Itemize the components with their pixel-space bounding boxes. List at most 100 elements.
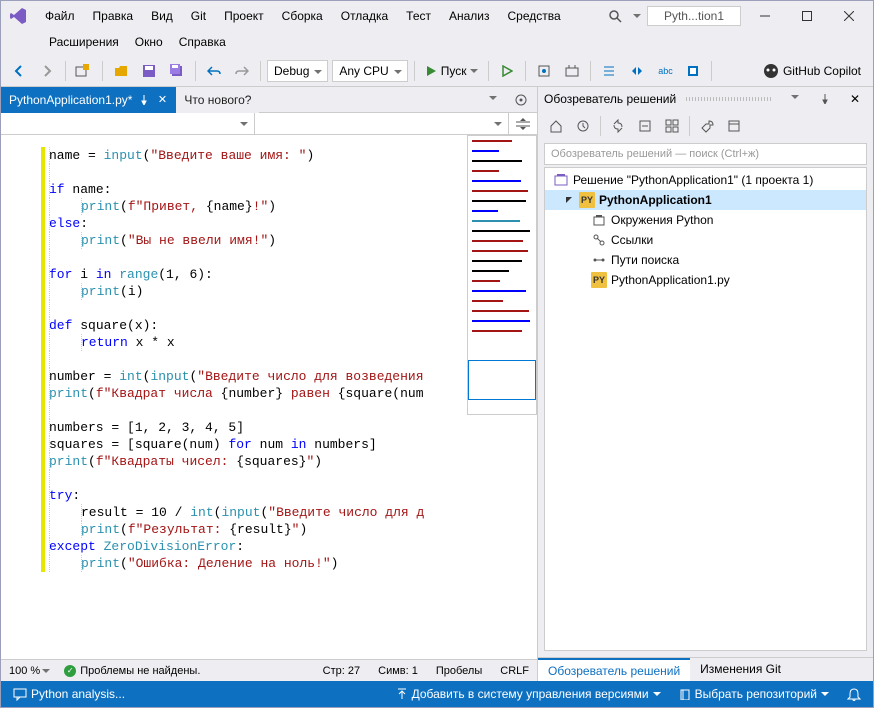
run-button[interactable]: Пуск (421, 59, 483, 83)
code-line[interactable]: except ZeroDivisionError: (43, 538, 537, 555)
properties-icon[interactable] (695, 114, 719, 138)
menu-файл[interactable]: Файл (37, 5, 83, 27)
code-line[interactable]: print("Вы не ввели имя!") (43, 232, 537, 249)
search-icon[interactable] (603, 4, 627, 28)
tab-active-file[interactable]: PythonApplication1.py* ✕ (1, 87, 176, 113)
solution-search-input[interactable]: Обозреватель решений — поиск (Ctrl+ж) (544, 143, 867, 165)
menu-вид[interactable]: Вид (143, 5, 181, 27)
open-button[interactable] (109, 59, 133, 83)
nav-scope-combo[interactable] (1, 113, 255, 134)
home-icon[interactable] (544, 114, 568, 138)
zoom-combo[interactable]: 100 % (9, 665, 50, 677)
line-indicator[interactable]: Стр: 27 (323, 665, 360, 677)
tree-node[interactable]: Ссылки (545, 230, 866, 250)
close-tab-icon[interactable]: ✕ (156, 94, 168, 106)
forward-button[interactable] (35, 59, 59, 83)
dropdown-icon[interactable] (633, 14, 641, 22)
code-line[interactable] (43, 351, 537, 368)
code-line[interactable]: else: (43, 215, 537, 232)
code-line[interactable]: print("Ошибка: Деление на ноль!") (43, 555, 537, 572)
code-line[interactable] (43, 249, 537, 266)
code-line[interactable]: print(f"Квадрат числа {number} равен {sq… (43, 385, 537, 402)
tool-icon-4[interactable] (625, 59, 649, 83)
code-editor[interactable]: name = input("Введите ваше имя: ") if nam… (1, 135, 537, 659)
new-item-button[interactable] (72, 59, 96, 83)
code-line[interactable]: print(f"Квадраты чисел: {squares}") (43, 453, 537, 470)
tool-abc-icon[interactable]: abc (653, 59, 677, 83)
collapse-icon[interactable] (633, 114, 657, 138)
history-icon[interactable] (571, 114, 595, 138)
add-to-vcs-button[interactable]: Добавить в систему управления версиями (392, 685, 665, 703)
panel-close-icon[interactable]: ✕ (843, 87, 867, 111)
tree-node[interactable]: Пути поиска (545, 250, 866, 270)
nav-member-combo[interactable] (255, 113, 509, 134)
col-indicator[interactable]: Симв: 1 (378, 665, 418, 677)
panel-dropdown-icon[interactable] (783, 87, 807, 111)
menu-тест[interactable]: Тест (398, 5, 439, 27)
back-button[interactable] (7, 59, 31, 83)
panel-tab-git[interactable]: Изменения Git (690, 658, 791, 681)
pin-icon[interactable] (138, 94, 150, 106)
panel-pin-icon[interactable] (813, 87, 837, 111)
menu-окно[interactable]: Окно (127, 31, 171, 53)
code-line[interactable]: return x * x (43, 334, 537, 351)
menu-анализ[interactable]: Анализ (441, 5, 498, 27)
tool-icon-5[interactable] (681, 59, 705, 83)
code-line[interactable]: numbers = [1, 2, 3, 4, 5] (43, 419, 537, 436)
indent-indicator[interactable]: Пробелы (436, 665, 482, 677)
minimap-viewport[interactable] (468, 360, 536, 400)
minimap[interactable] (467, 135, 537, 415)
code-line[interactable] (43, 402, 537, 419)
select-repo-button[interactable]: Выбрать репозиторий (675, 685, 833, 703)
save-button[interactable] (137, 59, 161, 83)
platform-combo[interactable]: Any CPU (332, 60, 407, 82)
code-line[interactable]: name = input("Введите ваше имя: ") (43, 147, 537, 164)
menu-отладка[interactable]: Отладка (333, 5, 396, 27)
code-line[interactable] (43, 164, 537, 181)
code-line[interactable]: if name: (43, 181, 537, 198)
code-line[interactable]: print(f"Привет, {name}!") (43, 198, 537, 215)
save-all-button[interactable] (165, 59, 189, 83)
code-line[interactable]: def square(x): (43, 317, 537, 334)
menu-сборка[interactable]: Сборка (274, 5, 331, 27)
menu-git[interactable]: Git (183, 5, 214, 27)
menu-проект[interactable]: Проект (216, 5, 272, 27)
close-button[interactable] (831, 3, 867, 29)
tab-whats-new[interactable]: Что нового? (176, 87, 259, 113)
tree-project-node[interactable]: PY PythonApplication1 (545, 190, 866, 210)
code-line[interactable]: print(f"Результат: {result}") (43, 521, 537, 538)
code-line[interactable]: number = int(input("Введите число для во… (43, 368, 537, 385)
menu-правка[interactable]: Правка (85, 5, 142, 27)
solution-tree[interactable]: Решение "PythonApplication1" (1 проекта … (544, 167, 867, 651)
tool-icon-2[interactable] (560, 59, 584, 83)
code-line[interactable]: for i in range(1, 6): (43, 266, 537, 283)
panel-tab-solution[interactable]: Обозреватель решений (538, 658, 690, 681)
tab-dropdown-icon[interactable] (481, 88, 505, 112)
code-line[interactable] (43, 300, 537, 317)
menu-справка[interactable]: Справка (171, 31, 234, 53)
split-editor-button[interactable] (509, 113, 537, 134)
menu-средства[interactable]: Средства (500, 5, 569, 27)
tab-settings-icon[interactable] (509, 88, 533, 112)
config-combo[interactable]: Debug (267, 60, 328, 82)
status-message[interactable]: Python analysis... (9, 685, 129, 703)
show-all-icon[interactable] (660, 114, 684, 138)
notifications-icon[interactable] (843, 685, 865, 703)
eol-indicator[interactable]: CRLF (500, 665, 529, 677)
code-line[interactable]: result = 10 / int(input("Введите число д… (43, 504, 537, 521)
tool-icon-3[interactable] (597, 59, 621, 83)
tree-file-node[interactable]: PY PythonApplication1.py (545, 270, 866, 290)
menu-расширения[interactable]: Расширения (41, 31, 127, 53)
sync-icon[interactable] (606, 114, 630, 138)
minimize-button[interactable] (747, 3, 783, 29)
expand-icon[interactable] (563, 194, 575, 206)
code-line[interactable] (43, 470, 537, 487)
start-no-debug-button[interactable] (495, 59, 519, 83)
code-line[interactable]: print(i) (43, 283, 537, 300)
tool-icon-1[interactable] (532, 59, 556, 83)
undo-button[interactable] (202, 59, 226, 83)
problems-status[interactable]: ✓ Проблемы не найдены. (64, 665, 200, 677)
code-line[interactable]: try: (43, 487, 537, 504)
redo-button[interactable] (230, 59, 254, 83)
code-line[interactable]: squares = [square(num) for num in number… (43, 436, 537, 453)
